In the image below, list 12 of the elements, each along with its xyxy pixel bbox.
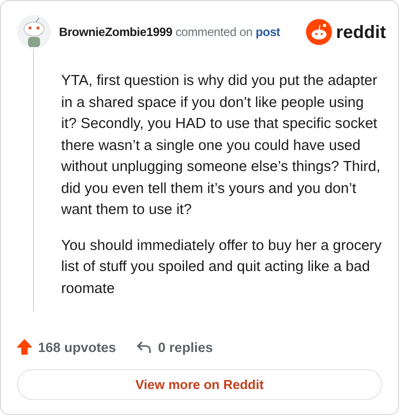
view-more-button[interactable]: View more on Reddit — [17, 369, 382, 400]
comment-byline: BrownieZombie1999 commented on post — [59, 25, 282, 39]
comment-text: YTA, first question is why did you put the adapter in a shared space if you don’t like people using it? Secondly, you HAD to use that specific socket there wasn’t a single one you could have used without unplugging someone else’s things? Third, did you even tell them it’s yours and you don’t want them to use it? — [61, 72, 382, 220]
comment-text: You should immediately offer to buy her a grocery list of stuff you spoiled and quit acting like a bad roomate — [61, 236, 382, 298]
alien-logo-icon — [306, 19, 332, 45]
avatar-icon — [17, 15, 51, 49]
brand-wordmark: reddit — [336, 22, 386, 42]
upvote-count: 168 upvotes — [38, 340, 116, 354]
post-link[interactable]: post — [256, 25, 280, 39]
upvote-icon[interactable] — [17, 339, 32, 355]
reply-count: 0 replies — [158, 340, 213, 354]
reply-icon[interactable] — [136, 340, 152, 354]
